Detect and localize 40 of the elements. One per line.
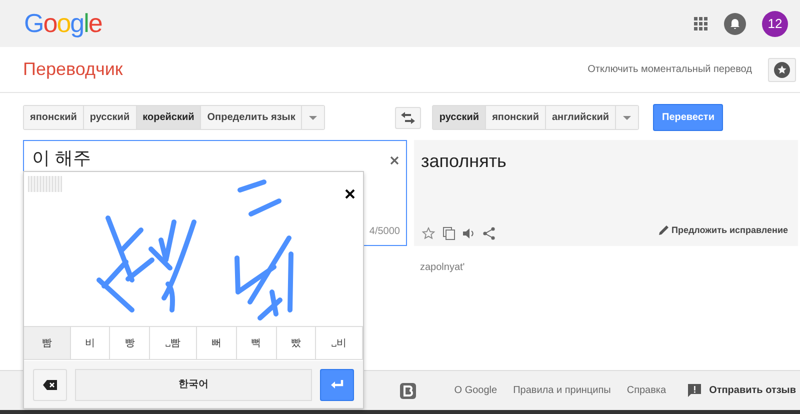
- footer-link[interactable]: Правила и принципы: [513, 383, 611, 398]
- share-icon[interactable]: [483, 227, 495, 240]
- send-feedback-link[interactable]: Отправить отзыв: [709, 383, 796, 398]
- swap-arrows-icon[interactable]: [401, 112, 416, 124]
- phrasebook-button[interactable]: [768, 58, 796, 82]
- apps-grid-icon[interactable]: [694, 16, 708, 30]
- character-count: 4/5000: [369, 225, 400, 239]
- drag-handle[interactable]: [28, 176, 62, 192]
- language-tab[interactable]: русский: [84, 106, 137, 129]
- enter-key[interactable]: [320, 368, 354, 400]
- account-avatar[interactable]: 12: [762, 10, 788, 36]
- language-key[interactable]: 한국어: [75, 368, 312, 400]
- copy-icon[interactable]: [443, 227, 455, 240]
- dropdown-caret-icon[interactable]: [616, 106, 638, 129]
- star-icon[interactable]: [422, 227, 435, 240]
- footer-link[interactable]: Справка: [626, 383, 666, 398]
- backspace-key[interactable]: [33, 368, 67, 400]
- language-tab[interactable]: корейский: [136, 106, 202, 129]
- speaker-icon[interactable]: [463, 228, 475, 239]
- language-tab[interactable]: английский: [546, 106, 616, 129]
- blogger-icon[interactable]: [400, 382, 416, 398]
- instant-translation-link[interactable]: Отключить моментальный перевод: [588, 62, 752, 77]
- language-tab[interactable]: японский: [24, 106, 84, 129]
- feedback-icon: [688, 384, 702, 397]
- language-tab[interactable]: Определить язык: [201, 106, 302, 129]
- notifications-icon[interactable]: [724, 12, 746, 34]
- suggest-edit-link[interactable]: Предложить исправление: [672, 224, 788, 237]
- page-title: Переводчик: [23, 58, 123, 81]
- enter-arrow-icon[interactable]: [330, 380, 344, 390]
- backspace-icon[interactable]: [43, 380, 57, 390]
- language-tab[interactable]: японский: [486, 106, 546, 129]
- close-icon[interactable]: [345, 189, 355, 200]
- pencil-icon: [658, 225, 668, 236]
- footer-link[interactable]: О Google: [454, 383, 498, 398]
- romanization-text: zapolnyat': [420, 261, 466, 275]
- language-tab[interactable]: русский: [433, 106, 486, 129]
- translation-text: заполнять: [420, 150, 508, 173]
- dropdown-caret-icon[interactable]: [302, 106, 324, 129]
- swap-languages-button[interactable]: [395, 106, 422, 128]
- candidate-option[interactable]: 빰: [24, 327, 71, 359]
